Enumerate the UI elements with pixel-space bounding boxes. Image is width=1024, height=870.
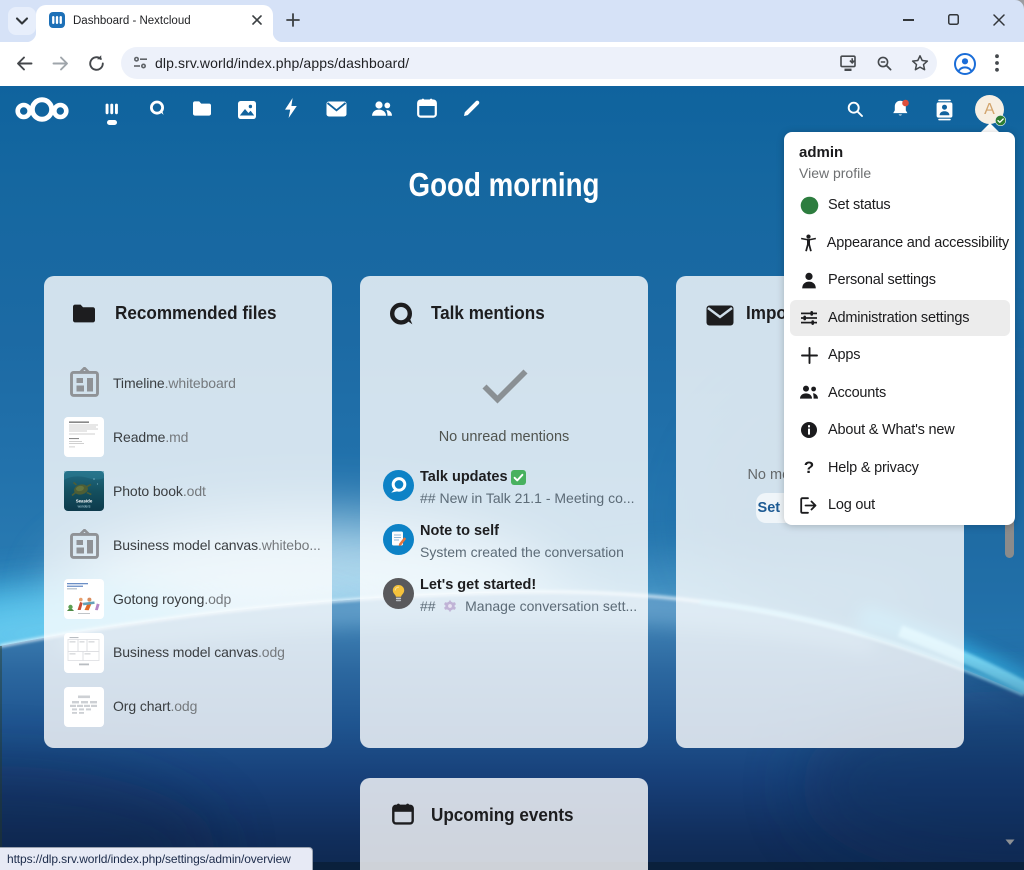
svg-text:Seaside: Seaside <box>76 499 93 504</box>
svg-text:wonders: wonders <box>78 505 91 509</box>
